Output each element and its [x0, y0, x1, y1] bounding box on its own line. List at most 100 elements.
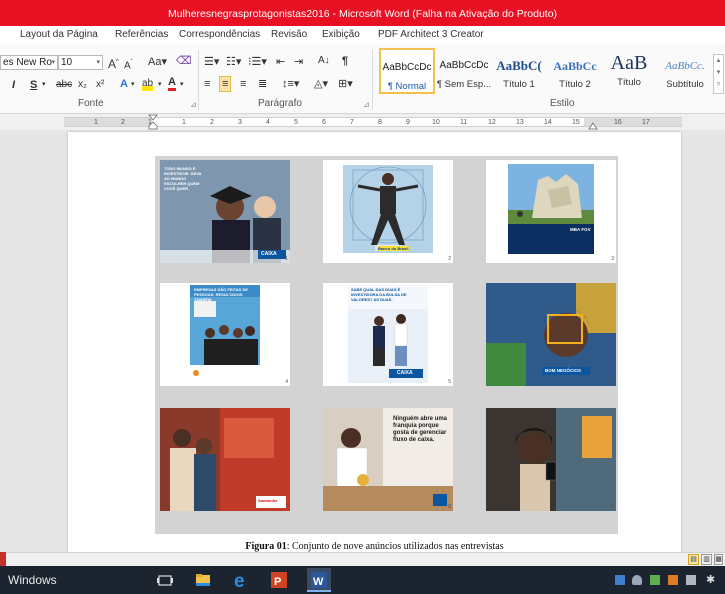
ad-1-headline: TODO MUNDO É INVESTIDOR. DEVA AO MUNDO E…	[164, 166, 202, 191]
speaker-icon[interactable]	[686, 575, 696, 585]
decrease-indent-icon[interactable]: ⇤	[276, 55, 285, 69]
font-size-dropdown-icon[interactable]: ▾	[96, 56, 100, 69]
multilevel-list-icon[interactable]: ⁝☰▾	[248, 55, 267, 69]
window-title-bar: Mulheresnegrasprotagonistas2016 - Micros…	[0, 0, 725, 26]
tray-app-icon[interactable]	[668, 575, 678, 585]
ribbon: es New Ro ▾ 10 ▾ A^ Aˇ Aa▾ ⌫ I S ▾ abc x₂ …	[0, 44, 725, 114]
font-color-dropdown-icon[interactable]: ▾	[180, 78, 184, 92]
numbering-icon[interactable]: ☷▾	[226, 55, 241, 69]
shrink-font-icon[interactable]: Aˇ	[124, 56, 133, 73]
file-explorer-icon[interactable]	[193, 570, 213, 590]
ad-thumbnail-1: TODO MUNDO É INVESTIDOR. DEVA AO MUNDO E…	[160, 160, 290, 263]
borders-icon[interactable]: ⊞▾	[338, 77, 353, 91]
style-normal[interactable]: AaBbCcDc ¶ Normal	[379, 48, 435, 94]
figure-ad-collage: TODO MUNDO É INVESTIDOR. DEVA AO MUNDO E…	[155, 156, 618, 534]
style-heading-1[interactable]: AaBbC( Título 1	[491, 48, 547, 94]
paragraph-dialog-launcher-icon[interactable]: ⊿	[363, 100, 370, 109]
taskbar-windows-label[interactable]: Windows	[8, 573, 57, 587]
ad-thumbnail-2: Banco do Brasil 2	[323, 160, 453, 263]
justify-icon[interactable]: ≣	[258, 77, 267, 91]
bullets-icon[interactable]: ☰▾	[204, 55, 219, 69]
font-name-dropdown-icon[interactable]: ▾	[51, 56, 55, 69]
change-case-icon[interactable]: Aa▾	[148, 55, 167, 69]
task-view-icon[interactable]	[155, 570, 175, 590]
align-right-icon[interactable]: ≡	[240, 77, 246, 91]
sort-icon[interactable]: A↓	[318, 54, 330, 68]
document-page[interactable]: TODO MUNDO É INVESTIDOR. DEVA AO MUNDO E…	[68, 132, 681, 552]
grow-font-icon[interactable]: A^	[108, 55, 119, 71]
right-indent-marker[interactable]	[588, 120, 598, 130]
strikethrough-icon[interactable]: abc	[56, 78, 72, 92]
tab-review[interactable]: Revisão	[271, 29, 307, 40]
ad-thumbnail-5: SABE QUAL DAS DUAS É INVESTIDORA DA BOLS…	[323, 283, 453, 386]
figure-caption-label: Figura 01	[245, 541, 287, 552]
font-size-value: 10	[61, 57, 73, 68]
edge-browser-icon[interactable]: e	[231, 570, 251, 590]
first-line-indent-marker[interactable]	[148, 114, 158, 130]
ad-6-headline: BOM NEGÓCIOS	[545, 368, 582, 373]
font-color-icon[interactable]: A	[168, 76, 176, 91]
ruler-label: 1	[94, 119, 98, 126]
line-spacing-icon[interactable]: ↕≡▾	[282, 77, 299, 91]
text-effects-dropdown-icon[interactable]: ▾	[131, 78, 135, 92]
full-screen-reading-view-icon[interactable]: ▥	[701, 554, 712, 565]
ruler-label: 6	[322, 119, 326, 126]
cloud-icon[interactable]	[632, 575, 642, 585]
svg-text:e: e	[234, 571, 245, 590]
style-no-spacing[interactable]: AaBbCcDc ¶ Sem Esp...	[435, 48, 493, 94]
style-normal-preview: AaBbCcDc	[382, 62, 432, 73]
ruler-label: 15	[572, 119, 580, 126]
subscript-icon[interactable]: x₂	[78, 78, 87, 92]
shading-icon[interactable]: ◬▾	[314, 77, 328, 91]
document-area[interactable]: TODO MUNDO É INVESTIDOR. DEVA AO MUNDO E…	[0, 130, 725, 552]
ruler-label: 11	[460, 119, 468, 126]
figure-caption-text: : Conjunto de nove anúncios utilizados n…	[286, 541, 504, 552]
highlight-dropdown-icon[interactable]: ▾	[158, 78, 162, 92]
style-subtitle[interactable]: AaBbCc. Subtítulo	[657, 48, 713, 94]
style-heading-2[interactable]: AaBbCc Título 2	[547, 48, 603, 94]
text-effects-icon[interactable]: A	[120, 77, 128, 91]
font-size-box[interactable]: 10 ▾	[58, 55, 103, 70]
tab-mailings[interactable]: Correspondências	[179, 29, 260, 40]
italic-icon[interactable]: I	[12, 78, 15, 92]
ad-number: 1	[285, 256, 288, 262]
ad-number: 2	[448, 256, 451, 262]
style-no-spacing-preview: AaBbCcDc	[439, 60, 489, 71]
ruler-label: 10	[432, 119, 440, 126]
web-layout-view-icon[interactable]: ▦	[714, 554, 723, 565]
bluetooth-icon[interactable]: ✱	[706, 573, 715, 586]
styles-gallery-scroll[interactable]: ▴ ▾ ▿	[713, 54, 724, 94]
align-center-icon[interactable]: ≡	[219, 76, 232, 92]
tab-layout[interactable]: Layout da Página	[20, 29, 98, 40]
tray-app-icon[interactable]	[615, 575, 625, 585]
style-title[interactable]: AaB Título	[601, 48, 657, 94]
increase-indent-icon[interactable]: ⇥	[294, 55, 303, 69]
underline-dropdown-icon[interactable]: ▾	[42, 78, 46, 92]
style-heading-1-label: Título 1	[503, 79, 535, 90]
style-subtitle-label: Subtítulo	[666, 79, 704, 90]
tab-references[interactable]: Referências	[115, 29, 168, 40]
banco-do-brasil-logo: Banco do Brasil	[377, 246, 410, 251]
underline-icon[interactable]: S	[30, 78, 37, 92]
print-layout-view-icon[interactable]: ▤	[688, 554, 699, 565]
highlight-icon[interactable]: ab	[142, 77, 154, 91]
word-app-icon[interactable]: W	[307, 568, 331, 592]
ruler-label: 12	[488, 119, 496, 126]
ruler-label: 2	[210, 119, 214, 126]
mba-fgv-logo: MBA FGV	[570, 227, 591, 232]
horizontal-ruler: 1 2 1 1 2 3 4 5 6 7 8 9 10 11 12 13 14 1…	[0, 114, 725, 130]
font-name-box[interactable]: es New Ro ▾	[0, 55, 58, 70]
ribbon-tabs: Layout da Página Referências Correspondê…	[0, 26, 725, 44]
clear-formatting-icon[interactable]: ⌫	[176, 54, 192, 68]
align-left-icon[interactable]: ≡	[204, 77, 210, 91]
ad-number: 9	[611, 504, 614, 510]
powerpoint-icon[interactable]: P	[269, 570, 289, 590]
font-dialog-launcher-icon[interactable]: ⊿	[190, 100, 197, 109]
superscript-icon[interactable]: x²	[96, 78, 104, 92]
network-icon[interactable]	[650, 575, 660, 585]
show-formatting-icon[interactable]: ¶	[342, 54, 348, 68]
tab-view[interactable]: Exibição	[322, 29, 360, 40]
ruler-label: 3	[238, 119, 242, 126]
ad-thumbnail-9: 9	[486, 408, 616, 511]
tab-pdf-architect[interactable]: PDF Architect 3 Creator	[378, 29, 484, 40]
